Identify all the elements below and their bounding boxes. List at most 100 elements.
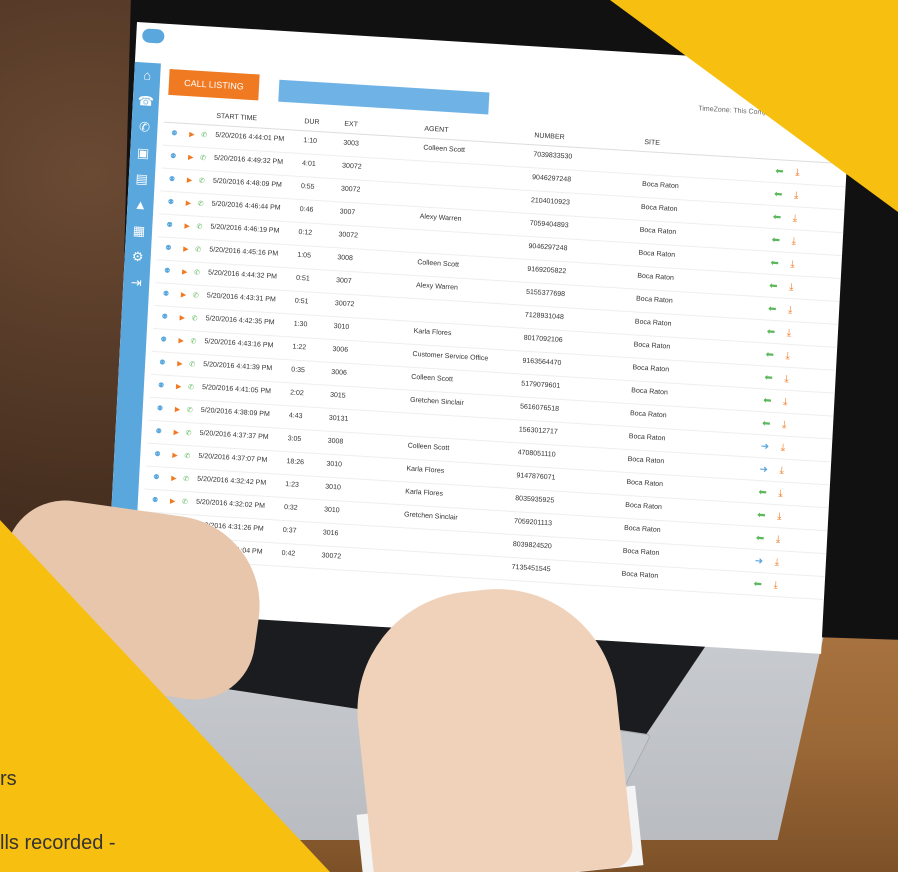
download-icon[interactable]: ⤓ — [794, 190, 799, 201]
gear-icon[interactable]: ⚙ — [124, 243, 151, 271]
phone-call-icon[interactable]: ✆ — [131, 114, 158, 142]
download-icon[interactable]: ⤓ — [784, 374, 789, 385]
inbound-arrow-icon: ⬅ — [761, 418, 771, 430]
header-ext[interactable]: EXT — [344, 121, 358, 129]
user-icon[interactable]: ⚉ — [170, 152, 177, 160]
cell-site: Boca Raton — [632, 364, 670, 374]
cell-number: 9169205822 — [527, 265, 567, 276]
phone-icon[interactable]: ✆ — [200, 154, 206, 162]
header-start-time[interactable]: START TIME — [216, 113, 257, 122]
cell-duration: 0:35 — [291, 366, 306, 375]
user-icon[interactable]: ⚉ — [160, 335, 167, 343]
home-icon[interactable]: ⌂ — [134, 62, 161, 90]
logout-icon[interactable]: ⇥ — [123, 269, 150, 297]
download-icon[interactable]: ⤓ — [774, 557, 779, 568]
phone-icon[interactable]: ✆ — [188, 383, 194, 391]
play-icon[interactable]: ▶ — [175, 405, 181, 413]
download-icon[interactable]: ⤓ — [795, 167, 800, 178]
phone-icon[interactable]: ✆ — [182, 498, 188, 506]
play-icon[interactable]: ▶ — [181, 291, 187, 299]
header-number[interactable]: NUMBER — [534, 132, 565, 141]
user-icon[interactable]: ⚉ — [163, 290, 170, 298]
phone-icon[interactable]: ✆ — [191, 314, 197, 322]
download-icon[interactable]: ⤓ — [789, 282, 794, 293]
download-icon[interactable]: ⤓ — [785, 351, 790, 362]
download-icon[interactable]: ⤓ — [779, 465, 784, 476]
download-icon[interactable]: ⤓ — [773, 580, 778, 591]
phone-icon[interactable]: ✆ — [196, 223, 202, 231]
user-icon[interactable]: ⚉ — [169, 175, 176, 183]
play-icon[interactable]: ▶ — [179, 314, 185, 322]
download-icon[interactable]: ⤓ — [788, 305, 793, 316]
download-icon[interactable]: ⤓ — [776, 534, 781, 545]
play-icon[interactable]: ▶ — [178, 337, 184, 345]
cell-duration: 1:05 — [297, 251, 312, 260]
phone-icon[interactable]: ✆ — [194, 269, 200, 276]
user-icon[interactable]: ⚉ — [152, 496, 159, 504]
cell-start-time: 5/20/2016 4:32:42 PM — [197, 475, 267, 487]
download-icon[interactable]: ⤓ — [778, 488, 783, 499]
audio-player[interactable] — [278, 79, 490, 115]
phone-icon[interactable]: ✆ — [195, 246, 201, 254]
phone-icon[interactable]: ✆ — [199, 177, 205, 185]
download-icon[interactable]: ⤓ — [786, 328, 791, 339]
call-listing-button[interactable]: CALL LISTING — [168, 68, 260, 101]
user-icon[interactable]: ⚉ — [166, 221, 173, 229]
phone-icon[interactable]: ✆ — [193, 291, 199, 299]
play-icon[interactable]: ▶ — [171, 474, 177, 482]
cell-duration: 18:26 — [286, 458, 305, 467]
user-icon[interactable]: ⚉ — [157, 404, 164, 412]
user-icon[interactable]: ⚉ — [153, 473, 160, 481]
download-icon[interactable]: ⤓ — [793, 213, 798, 224]
cell-start-time: 5/20/2016 4:38:09 PM — [200, 406, 270, 419]
phone-icon[interactable]: ✆ — [190, 337, 196, 345]
phone-icon[interactable]: ✆ — [185, 429, 191, 437]
play-icon[interactable]: ▶ — [188, 153, 194, 161]
phone-icon[interactable]: ✆ — [189, 360, 195, 368]
user-icon[interactable]: ⚉ — [167, 198, 174, 206]
play-icon[interactable]: ▶ — [189, 130, 195, 138]
download-icon[interactable]: ⤓ — [777, 511, 782, 522]
user-icon[interactable]: ⚉ — [154, 450, 161, 458]
play-icon[interactable]: ▶ — [177, 359, 183, 367]
cell-extension: 3006 — [331, 368, 348, 377]
play-icon[interactable]: ▶ — [182, 268, 188, 276]
play-icon[interactable]: ▶ — [187, 176, 193, 184]
download-icon[interactable]: ⤓ — [780, 442, 785, 453]
report-icon[interactable]: ▤ — [128, 166, 155, 194]
grid-icon[interactable]: ▦ — [125, 217, 152, 245]
play-icon[interactable]: ▶ — [173, 428, 179, 436]
contact-card-icon[interactable]: ▣ — [129, 140, 156, 168]
phone-icon[interactable]: ✆ — [184, 452, 190, 460]
phone-icon[interactable]: ✆ — [201, 131, 207, 139]
user-icon[interactable]: ⚉ — [164, 267, 171, 275]
play-icon[interactable]: ▶ — [184, 222, 190, 230]
user-icon[interactable]: ⚉ — [155, 427, 162, 435]
phone-icon[interactable]: ✆ — [183, 475, 189, 483]
user-icon[interactable]: ⚉ — [161, 313, 168, 321]
header-agent[interactable]: AGENT — [424, 126, 448, 134]
chart-icon[interactable]: ▲ — [127, 191, 154, 219]
download-icon[interactable]: ⤓ — [782, 419, 787, 430]
cell-site: Boca Raton — [638, 249, 676, 259]
phone-icon[interactable]: ✆ — [187, 406, 193, 414]
header-site[interactable]: SITE — [644, 139, 660, 147]
play-icon[interactable]: ▶ — [172, 451, 178, 459]
header-dur[interactable]: DUR — [304, 118, 320, 126]
play-icon[interactable]: ▶ — [183, 245, 189, 253]
phone-icon[interactable]: ☎ — [132, 88, 159, 116]
play-icon[interactable]: ▶ — [170, 497, 176, 505]
user-icon[interactable]: ⚉ — [171, 129, 178, 137]
cloud-logo-icon — [141, 28, 165, 44]
user-icon[interactable]: ⚉ — [165, 244, 172, 252]
cell-duration: 1:23 — [285, 481, 300, 489]
download-icon[interactable]: ⤓ — [783, 397, 788, 408]
cell-start-time: 5/20/2016 4:37:07 PM — [198, 452, 268, 464]
download-icon[interactable]: ⤓ — [791, 236, 796, 247]
user-icon[interactable]: ⚉ — [158, 381, 165, 389]
download-icon[interactable]: ⤓ — [790, 259, 795, 270]
play-icon[interactable]: ▶ — [185, 199, 191, 207]
phone-icon[interactable]: ✆ — [197, 200, 203, 208]
play-icon[interactable]: ▶ — [176, 382, 182, 390]
user-icon[interactable]: ⚉ — [159, 358, 166, 366]
